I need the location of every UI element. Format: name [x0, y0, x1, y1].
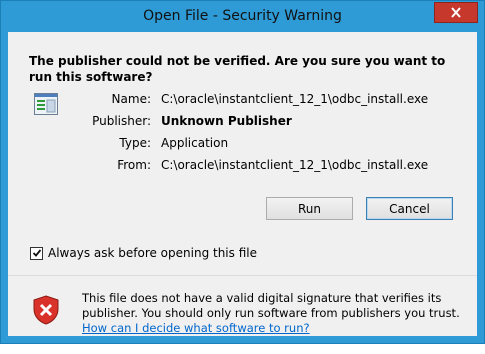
close-button[interactable]: [434, 2, 478, 23]
detail-value-name: C:\oracle\instantclient_12_1\odbc_instal…: [161, 92, 429, 106]
application-icon: [34, 93, 58, 115]
cancel-button[interactable]: Cancel: [366, 197, 453, 220]
title-bar[interactable]: Open File - Security Warning: [1, 1, 484, 32]
warning-footer: This file does not have a valid digital …: [8, 276, 477, 336]
detail-value-from: C:\oracle\instantclient_12_1\odbc_instal…: [161, 158, 429, 172]
always-ask-option[interactable]: Always ask before opening this file: [30, 245, 257, 261]
help-link[interactable]: How can I decide what software to run?: [82, 321, 462, 336]
detail-label: From:: [117, 158, 151, 172]
detail-label: Type:: [119, 136, 151, 150]
security-warning-dialog: Open File - Security Warning The publish…: [0, 0, 485, 344]
dialog-body: The publisher could not be verified. Are…: [8, 32, 477, 336]
window-title: Open File - Security Warning: [143, 8, 342, 24]
detail-value-type: Application: [161, 136, 229, 150]
always-ask-checkbox[interactable]: [30, 246, 43, 260]
detail-label: Publisher:: [92, 114, 151, 128]
verification-question: The publisher could not be verified. Are…: [29, 54, 446, 84]
unsigned-warning-text: This file does not have a valid digital …: [82, 291, 460, 320]
footer-message: This file does not have a valid digital …: [82, 291, 462, 336]
detail-label: Name:: [111, 92, 151, 106]
warning-shield-icon: [33, 295, 59, 325]
run-button[interactable]: Run: [266, 197, 353, 220]
checkmark-icon: [32, 249, 41, 257]
detail-value-publisher: Unknown Publisher: [161, 114, 292, 128]
always-ask-label[interactable]: Always ask before opening this file: [48, 246, 257, 260]
close-icon: [451, 7, 461, 18]
